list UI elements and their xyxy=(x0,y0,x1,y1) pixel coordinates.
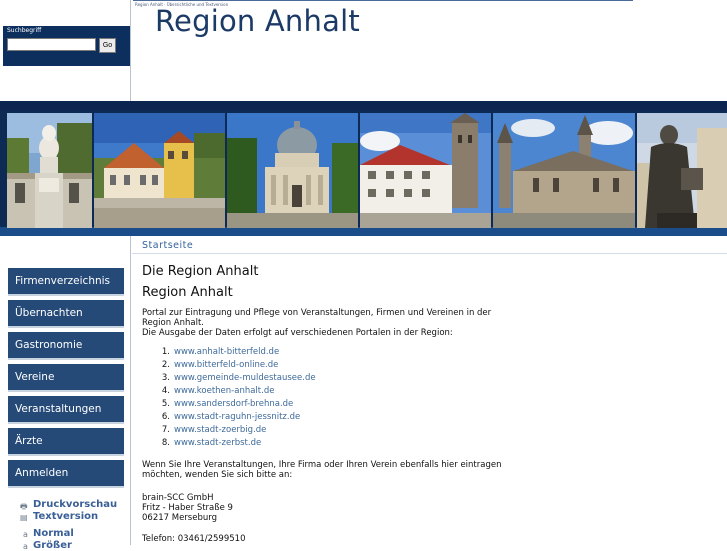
header-rule xyxy=(133,0,633,1)
page-heading: Die Region Anhalt xyxy=(142,264,259,279)
search-go-button[interactable]: Go xyxy=(99,38,116,53)
font-bigger-link[interactable]: Größer xyxy=(33,540,72,551)
portal-link[interactable]: www.stadt-zoerbig.de xyxy=(174,425,266,435)
list-item: 7. www.stadt-zoerbig.de xyxy=(161,425,267,435)
portal-link[interactable]: www.koethen-anhalt.de xyxy=(174,386,274,396)
intro-line-2: Region Anhalt. xyxy=(142,318,204,328)
left-navigation: Firmenverzeichnis Übernachten Gastronomi… xyxy=(0,236,131,551)
nav-item-anmelden[interactable]: Anmelden xyxy=(8,460,124,488)
search-box: Suchbegriff Go xyxy=(3,26,130,66)
intro-line-1: Portal zur Eintragung und Pflege von Ver… xyxy=(142,308,492,318)
portal-link[interactable]: www.bitterfeld-online.de xyxy=(174,360,278,370)
portal-list: 1. www.anhalt-bitterfeld.de 2. www.bitterf… xyxy=(158,346,316,450)
intro-line-3: Die Ausgabe der Daten erfolgt auf versch… xyxy=(142,328,453,338)
breadcrumb[interactable]: Startseite xyxy=(142,240,193,251)
contact-intro-line-2: möchten, wenden Sie sich bitte an: xyxy=(142,470,293,480)
font-normal-link[interactable]: Normal xyxy=(33,528,74,539)
contact-intro-line-1: Wenn Sie Ihre Veranstaltungen, Ihre Firm… xyxy=(142,460,502,470)
portal-link[interactable]: www.stadt-raguhn-jessnitz.de xyxy=(174,412,300,422)
portal-link[interactable]: www.anhalt-bitterfeld.de xyxy=(174,347,279,357)
statue-photo xyxy=(7,113,92,228)
castle-tower-photo xyxy=(360,113,491,228)
manor-photo xyxy=(94,113,225,228)
portal-link[interactable]: www.sandersdorf-brehna.de xyxy=(174,399,293,409)
company-city: 06217 Merseburg xyxy=(142,513,217,523)
list-item: 6. www.stadt-raguhn-jessnitz.de xyxy=(161,412,301,422)
portal-link[interactable]: www.gemeinde-muldestausee.de xyxy=(174,373,316,383)
text-version-link[interactable]: Textversion xyxy=(33,511,98,522)
main-content: Startseite Die Region Anhalt Region Anha… xyxy=(132,236,727,545)
list-item: 8. www.stadt-zerbst.de xyxy=(161,438,262,448)
company-street: Fritz - Haber Straße 9 xyxy=(142,503,233,513)
text-document-icon: ▤ xyxy=(20,513,28,522)
luther-statue-photo xyxy=(637,113,727,228)
list-item: 2. www.bitterfeld-online.de xyxy=(161,360,279,370)
font-bigger-icon: a xyxy=(23,542,28,551)
company-phone: Telefon: 03461/2599510 xyxy=(142,534,246,544)
section-heading: Region Anhalt xyxy=(142,285,233,300)
search-input[interactable] xyxy=(7,38,96,51)
company-name: brain-SCC GmbH xyxy=(142,493,214,503)
nav-item-aerzte[interactable]: Ärzte xyxy=(8,428,124,456)
list-item: 3. www.gemeinde-muldestausee.de xyxy=(161,373,316,383)
list-item: 1. www.anhalt-bitterfeld.de xyxy=(161,347,280,357)
photo-banner xyxy=(0,101,727,236)
print-preview-link[interactable]: Druckvorschau xyxy=(33,499,117,510)
breadcrumb-divider xyxy=(132,253,727,254)
portal-link[interactable]: www.stadt-zerbst.de xyxy=(174,438,261,448)
left-top-panel: Suchbegriff Go xyxy=(0,0,131,101)
list-item: 4. www.koethen-anhalt.de xyxy=(161,386,275,396)
nav-item-gastronomie[interactable]: Gastronomie xyxy=(8,332,124,360)
font-normal-icon: a xyxy=(23,530,28,539)
nav-item-veranstaltungen[interactable]: Veranstaltungen xyxy=(8,396,124,424)
nav-item-vereine[interactable]: Vereine xyxy=(8,364,124,392)
list-item: 5. www.sandersdorf-brehna.de xyxy=(161,399,294,409)
search-label: Suchbegriff xyxy=(7,27,42,34)
nav-item-uebernachten[interactable]: Übernachten xyxy=(8,300,124,328)
banner-bottom-stripe xyxy=(0,227,727,236)
banner-top-stripe xyxy=(0,101,727,110)
romanesque-church-photo xyxy=(493,113,635,228)
site-title: Region Anhalt xyxy=(155,4,360,38)
domed-mausoleum-photo xyxy=(227,113,358,228)
nav-item-firmenverzeichnis[interactable]: Firmenverzeichnis xyxy=(8,268,124,296)
